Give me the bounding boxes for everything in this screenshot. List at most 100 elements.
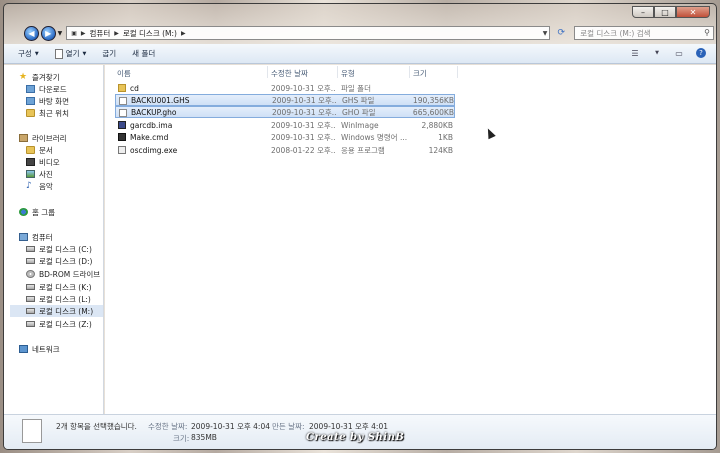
column-divider[interactable] [337,66,338,78]
file-size: 2,880KB [421,120,453,130]
file-type: 응용 프로그램 [341,145,385,155]
column-divider[interactable] [409,66,410,78]
nav-label: 라이브러리 [32,133,67,143]
nav-favorites[interactable]: ★ 즐겨찾기 [19,71,60,83]
open-label: 열기 [65,49,80,58]
file-row-backu001[interactable]: BACKU001.GHS 2009-10-31 오후... GHS 파일 190… [115,94,455,106]
nav-label: 최근 위치 [39,108,69,118]
nav-label: BD-ROM 드라이브 ( [39,269,104,279]
nav-downloads[interactable]: 다운로드 [26,83,67,95]
nav-drive-k[interactable]: 로컬 디스크 (K:) [26,281,92,293]
network-icon [19,345,28,353]
chevron-down-icon: ▼ [34,50,39,57]
file-list: 이름 수정한 날짜 유형 크기 cd 2009-10-31 오후... 파일 폴… [105,65,716,414]
nav-label: 홈 그룹 [32,207,56,217]
column-header-size[interactable]: 크기 [413,67,427,79]
file-row-backup-gho[interactable]: BACKUP.gho 2009-10-31 오후... GHO 파일 665,6… [115,106,455,118]
column-divider[interactable] [457,66,458,78]
organize-label: 구성 [18,49,32,58]
burn-button[interactable]: 굽기 [102,48,116,59]
recent-pages-dropdown[interactable]: ▼ [58,30,63,37]
nav-label: 로컬 디스크 (L:) [39,294,91,304]
refresh-icon[interactable]: ⟳ [554,26,568,40]
nav-label: 로컬 디스크 (D:) [39,256,93,266]
size-value: 835MB [191,433,217,442]
close-button[interactable]: ✕ [676,6,710,18]
view-options-icon[interactable]: ☰ [630,48,640,58]
nav-drive-m[interactable]: 로컬 디스크 (M:) [10,305,103,317]
library-icon [19,134,28,142]
file-type: GHO 파일 [342,107,376,117]
modified-label: 수정한 날짜: [148,422,188,431]
documents-icon [26,146,35,154]
file-row-make-cmd[interactable]: Make.cmd 2009-10-31 오후... Windows 명령어 ..… [115,131,455,143]
application-icon [118,146,126,154]
drive-icon [26,321,35,327]
nav-label: 로컬 디스크 (K:) [39,282,92,292]
nav-pictures[interactable]: 사진 [26,168,53,180]
open-button[interactable]: 열기 ▼ [54,48,86,59]
chevron-right-icon[interactable]: ▶ [81,30,86,37]
nav-music[interactable]: ♪ 음악 [26,180,53,192]
breadcrumb-drive-m[interactable]: 로컬 디스크 (M:) [123,28,177,39]
desktop-icon [26,97,35,105]
created-value: 2009-10-31 오후 4:01 [309,422,388,431]
modified-value: 2009-10-31 오후 4:04 [191,422,270,431]
file-icon [119,97,127,105]
nav-documents[interactable]: 문서 [26,144,53,156]
column-header-type[interactable]: 유형 [341,67,355,79]
nav-libraries[interactable]: 라이브러리 [19,132,67,144]
nav-bd-rom[interactable]: BD-ROM 드라이브 ( [26,268,104,280]
new-folder-label: 새 폴더 [132,49,156,58]
file-row-oscdimg[interactable]: oscdimg.exe 2008-01-22 오후... 응용 프로그램 124… [115,144,455,156]
nav-videos[interactable]: 비디오 [26,156,60,168]
window-controls: – □ ✕ [632,6,710,18]
selection-count: 2개 항목을 선택했습니다. [56,422,137,431]
nav-label: 컴퓨터 [32,232,53,242]
file-row-cd[interactable]: cd 2009-10-31 오후... 파일 폴더 [115,82,455,94]
nav-homegroup[interactable]: 홈 그룹 [19,206,55,218]
nav-label: 로컬 디스크 (M:) [39,306,94,316]
search-input[interactable]: 로컬 디스크 (M:) 검색 ⚲ [574,26,715,40]
new-folder-button[interactable]: 새 폴더 [132,48,155,59]
file-row-garcdb[interactable]: garcdb.ima 2009-10-31 오후... WinImage 2,8… [115,119,455,131]
search-placeholder: 로컬 디스크 (M:) 검색 [580,28,651,38]
nav-drive-l[interactable]: 로컬 디스크 (L:) [26,293,91,305]
organize-menu[interactable]: 구성 ▼ [18,48,39,59]
address-bar[interactable]: ▣ ▶ 컴퓨터 ▶ 로컬 디스크 (M:) ▶ ▼ [66,26,551,40]
chevron-down-icon[interactable]: ▼ [652,48,662,58]
address-row: ◀ ▶ ▼ ▣ ▶ 컴퓨터 ▶ 로컬 디스크 (M:) ▶ ▼ ⟳ 로컬 디스크… [24,24,715,42]
file-date: 2009-10-31 오후... [271,120,335,130]
nav-drive-z[interactable]: 로컬 디스크 (Z:) [26,318,92,330]
recent-places-icon [26,109,35,117]
computer-icon: ▣ [71,29,77,37]
preview-pane-icon[interactable]: ▭ [674,48,684,58]
column-divider[interactable] [267,66,268,78]
address-dropdown-icon[interactable]: ▼ [543,30,548,37]
maximize-button[interactable]: □ [654,6,676,18]
chevron-right-icon[interactable]: ▶ [181,30,186,37]
file-type: GHS 파일 [342,95,375,105]
breadcrumb-computer[interactable]: 컴퓨터 [90,28,111,39]
nav-network[interactable]: 네트워크 [19,343,60,355]
minimize-button[interactable]: – [632,6,654,18]
nav-label: 음악 [39,181,53,191]
video-icon [26,158,35,166]
nav-computer[interactable]: 컴퓨터 [19,231,53,243]
column-header-name[interactable]: 이름 [117,67,131,79]
help-icon[interactable]: ? [696,48,706,58]
file-size: 1KB [438,132,453,142]
file-type: 파일 폴더 [341,83,371,93]
file-date: 2009-10-31 오후... [272,95,336,105]
search-icon[interactable]: ⚲ [704,28,710,37]
file-type: WinImage [341,120,379,130]
multiple-files-icon [22,419,42,443]
column-header-date[interactable]: 수정한 날짜 [271,67,308,79]
chevron-right-icon[interactable]: ▶ [114,30,119,37]
back-button[interactable]: ◀ [24,25,39,41]
nav-drive-c[interactable]: 로컬 디스크 (C:) [26,243,92,255]
nav-desktop[interactable]: 바탕 화면 [26,95,69,107]
nav-drive-d[interactable]: 로컬 디스크 (D:) [26,255,92,267]
forward-button[interactable]: ▶ [40,25,56,41]
nav-recent[interactable]: 최근 위치 [26,107,69,119]
